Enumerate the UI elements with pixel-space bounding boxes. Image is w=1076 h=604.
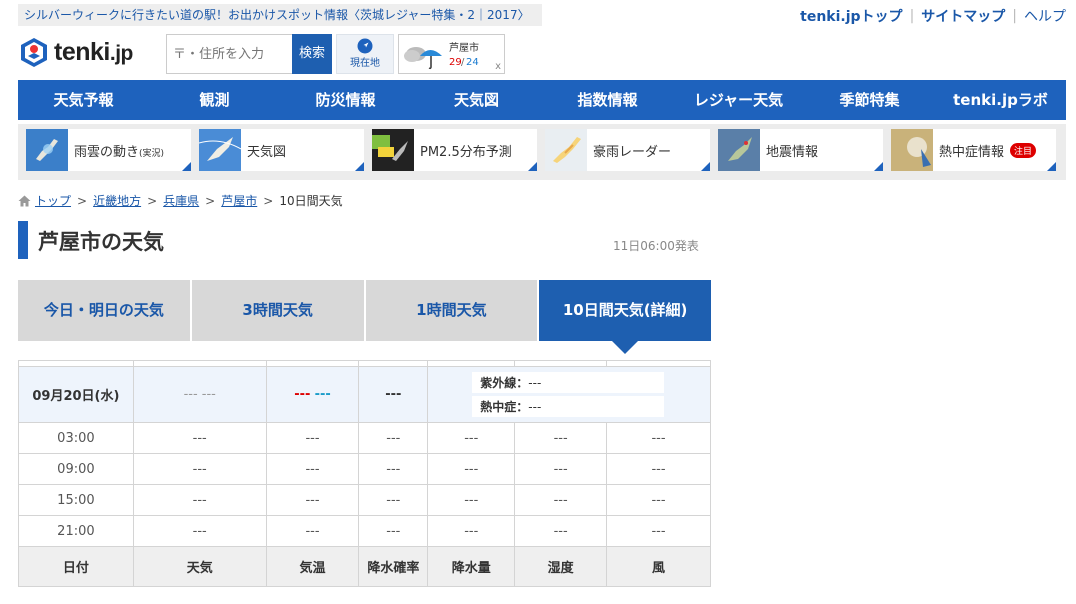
nav-seasonal[interactable]: 季節特集 [804,80,935,120]
table-row: 21:00 --- --- --- --- --- --- [18,515,711,547]
subnav-label: 豪雨レーダー [593,144,672,160]
attention-badge: 注目 [1010,142,1037,158]
weather-map-icon [199,129,241,171]
current-location-label: 現在地 [350,58,380,69]
subnav-label: PM2.5分布予測 [420,144,512,160]
page-title: 芦屋市の天気 [38,230,164,254]
header-temperature: 気温 [265,546,360,587]
header-precip-amount: 降水量 [427,546,516,587]
tenki-top-link[interactable]: tenki.jpトップ [800,6,902,26]
breadcrumb-ashiya[interactable]: 芦屋市 [221,192,257,209]
corner-arrow-icon [182,162,191,171]
site-logo[interactable]: tenki.jp [18,36,133,68]
main-navigation: 天気予報 観測 防災情報 天気図 指数情報 レジャー天気 季節特集 tenki.… [18,80,1066,120]
forecast-table: 09月20日(水) --- --- --- --- --- 紫外線：--- 熱中… [18,360,711,587]
address-search-input[interactable] [166,34,292,74]
breadcrumb-current: 10日間天気 [279,194,343,208]
subnav-rain-cloud[interactable]: 雨雲の動き(実況) [26,129,191,171]
subnav-label: 地震情報 [766,144,819,160]
tab-1hour[interactable]: 1時間天気 [365,280,538,341]
temp-high: --- [294,387,311,402]
day-temperature: --- --- [265,366,360,423]
corner-arrow-icon [528,162,537,171]
subnav-label: 雨雲の動き(実況) [74,144,165,160]
mini-weather-high: 29 [449,57,462,68]
help-link[interactable]: ヘルプ [1024,6,1066,26]
announce-time: 11日06:00発表 [613,239,699,253]
separator: | [1012,8,1017,24]
header-weather: 天気 [132,546,267,587]
rain-cloud-map-icon [26,129,68,171]
header-humidity: 湿度 [514,546,608,587]
uv-index: 紫外線：--- [472,372,664,393]
radar-map-icon [545,129,587,171]
home-icon [18,195,31,206]
close-icon[interactable]: x [495,61,501,72]
day-summary-row: 09月20日(水) --- --- --- --- --- 紫外線：--- 熱中… [18,366,711,423]
mini-weather-widget[interactable]: 芦屋市 29 / 24 x [398,34,505,74]
tab-10day-detail[interactable]: 10日間天気(詳細) [539,280,711,354]
corner-arrow-icon [1047,162,1056,171]
nav-weather-map[interactable]: 天気図 [411,80,542,120]
logo-cube-icon [21,38,47,67]
forecast-tabs: 今日・明日の天気 3時間天気 1時間天気 10日間天気(詳細) [18,280,711,354]
tab-today-tomorrow[interactable]: 今日・明日の天気 [18,280,190,341]
search-button[interactable]: 検索 [292,34,332,74]
corner-arrow-icon [701,162,710,171]
nav-index-info[interactable]: 指数情報 [542,80,673,120]
promo-link[interactable]: シルバーウィークに行きたい道の駅！お出かけスポット情報〈茨城レジャー特集・2｜2… [18,4,542,26]
nav-tenki-lab[interactable]: tenki.jpラボ [935,80,1066,120]
nav-leisure-weather[interactable]: レジャー天気 [673,80,804,120]
earthquake-map-icon [718,129,760,171]
header-precip-prob: 降水確率 [358,546,429,587]
subnav-label: 天気図 [247,144,287,160]
title-accent-bar [18,221,28,259]
day-indices: 紫外線：--- 熱中症：--- [427,366,711,423]
breadcrumb-top[interactable]: トップ [35,192,71,209]
nav-observation[interactable]: 観測 [149,80,280,120]
slash: / [461,57,465,68]
breadcrumb: トップ > 近畿地方 > 兵庫県 > 芦屋市 > 10日間天気 [18,192,343,209]
location-arrow-icon [357,38,373,54]
current-location-button[interactable]: 現在地 [336,34,394,74]
day-date: 09月20日(水) [18,366,134,423]
temp-low: --- [314,387,331,402]
table-row: 15:00 --- --- --- --- --- --- [18,484,711,516]
table-row: 09:00 --- --- --- --- --- --- [18,453,711,485]
nav-forecast[interactable]: 天気予報 [18,80,149,120]
logo-text: tenki.jp [54,37,133,66]
separator: | [909,8,915,24]
subnav-earthquake[interactable]: 地震情報 [718,129,883,171]
day-precip: --- [358,366,429,423]
subnav-pm25[interactable]: PM2.5分布予測 [372,129,537,171]
pm25-map-icon [372,129,414,171]
table-row: 03:00 --- --- --- --- --- --- [18,422,711,454]
subnav-heavy-rain-radar[interactable]: 豪雨レーダー [545,129,710,171]
rain-umbrella-icon [404,47,442,70]
corner-arrow-icon [355,162,364,171]
corner-arrow-icon [874,162,883,171]
breadcrumb-kinki[interactable]: 近畿地方 [93,192,141,209]
subnav-label: 熱中症情報 [939,144,1005,160]
mini-weather-low: 24 [466,57,479,68]
tab-3hour[interactable]: 3時間天気 [191,280,364,341]
subnav-heatstroke[interactable]: 熱中症情報 注目 [891,129,1056,171]
header-links: tenki.jpトップ | サイトマップ | ヘルプ [800,6,1066,26]
mini-weather-city: 芦屋市 [449,43,479,54]
subnav-weather-map[interactable]: 天気図 [199,129,364,171]
breadcrumb-separator: > [263,193,274,208]
breadcrumb-separator: > [77,193,88,208]
breadcrumb-separator: > [147,193,158,208]
heatstroke-index: 熱中症：--- [472,396,664,417]
heatstroke-photo-icon [891,129,933,171]
breadcrumb-hyogo[interactable]: 兵庫県 [163,192,199,209]
table-header-row: 日付 天気 気温 降水確率 降水量 湿度 風 [18,546,711,587]
sub-navigation: 雨雲の動き(実況) 天気図 PM2.5分布予測 豪雨レーダー 地震情報 熱中症情… [18,124,1066,180]
header-wind: 風 [606,546,711,587]
nav-disaster-info[interactable]: 防災情報 [280,80,411,120]
day-weather: --- --- [132,366,267,423]
breadcrumb-separator: > [205,193,216,208]
sitemap-link[interactable]: サイトマップ [921,6,1005,26]
header-date: 日付 [18,546,134,587]
